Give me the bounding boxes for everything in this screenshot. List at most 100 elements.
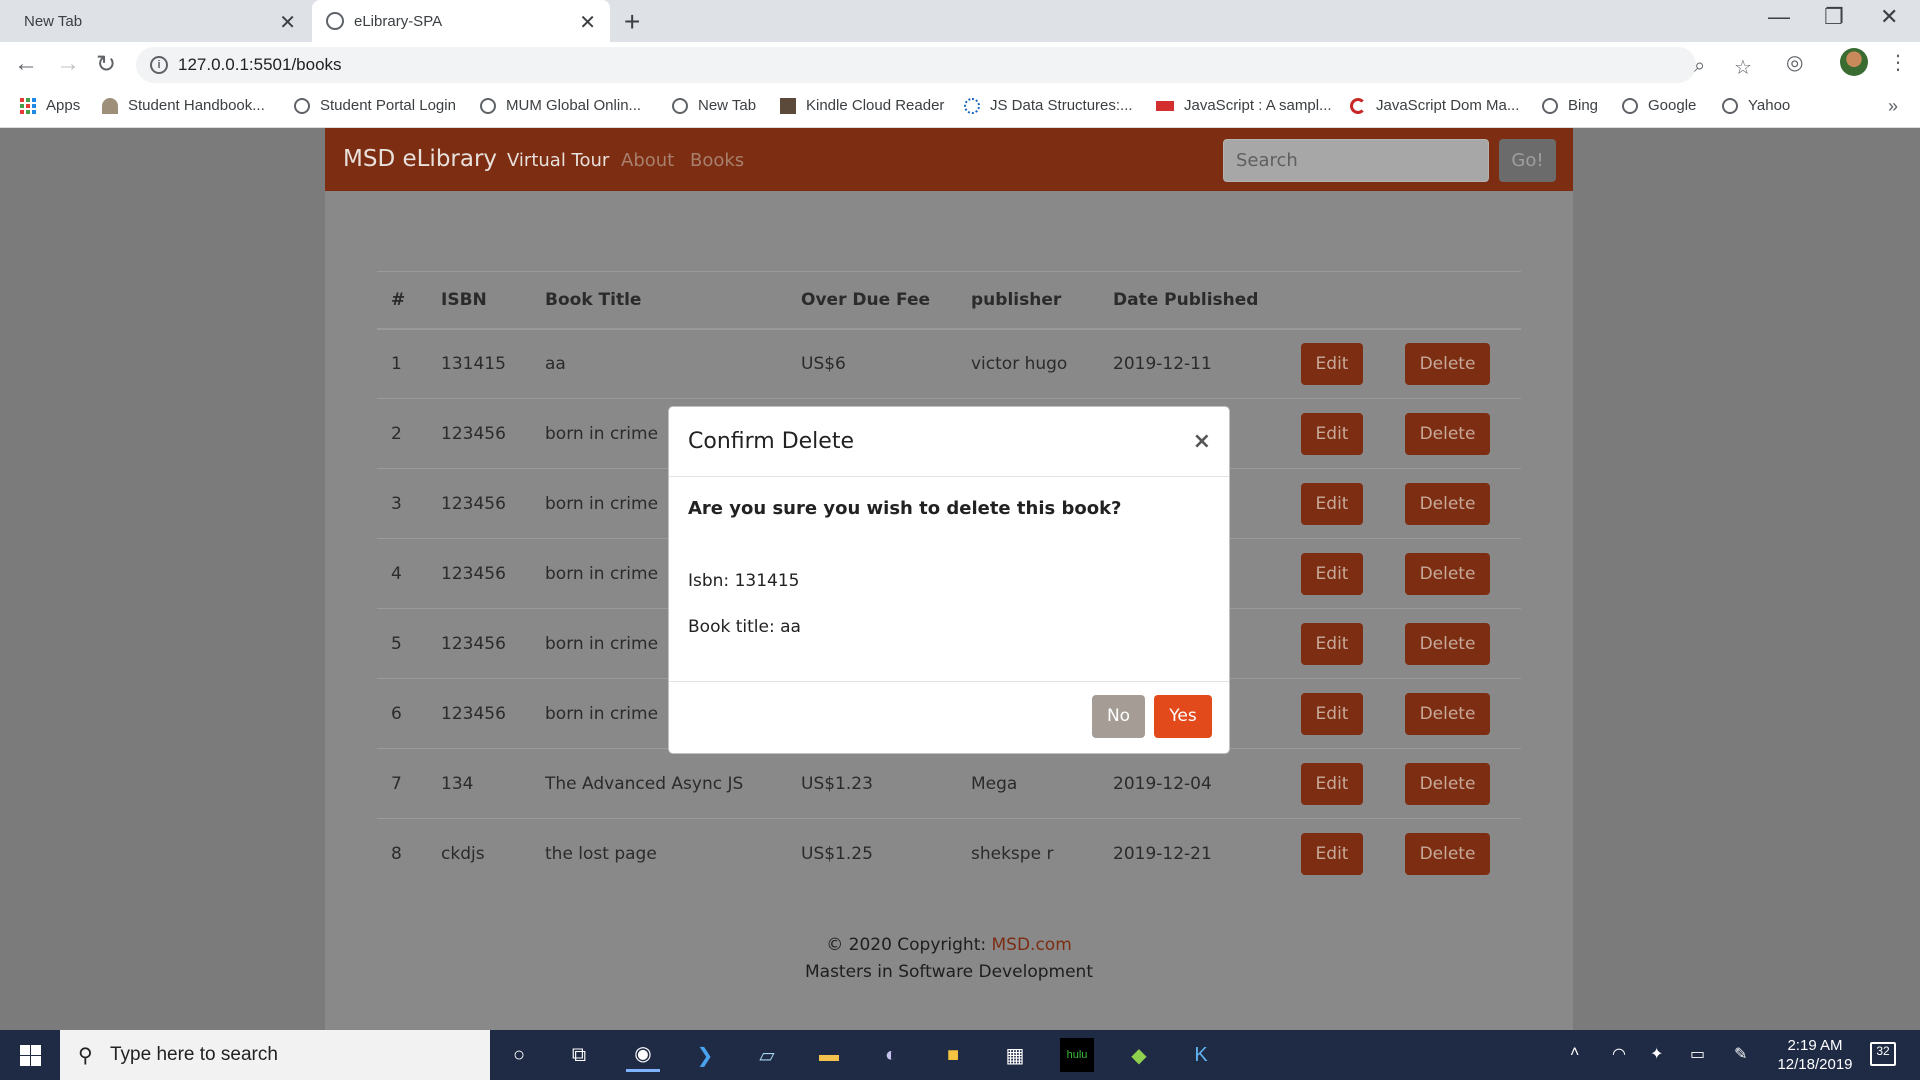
bookmark-apps[interactable]: Apps	[20, 97, 80, 114]
kindle-app-icon[interactable]: K	[1184, 1038, 1218, 1072]
address-bar[interactable]: i 127.0.0.1:5501/books ⌕ ☆	[136, 47, 1752, 83]
go-button[interactable]: Go!	[1499, 139, 1556, 182]
tab-elibrary[interactable]: eLibrary-SPA ✕	[312, 0, 610, 42]
edit-button[interactable]: Edit	[1301, 692, 1363, 735]
edit-button[interactable]: Edit	[1301, 762, 1363, 805]
bookmark-kindle[interactable]: Kindle Cloud Reader	[780, 97, 944, 114]
store-icon[interactable]: ▦	[998, 1038, 1032, 1072]
edit-button[interactable]: Edit	[1301, 342, 1363, 385]
bookmark-student-handbook[interactable]: Student Handbook...	[102, 97, 265, 114]
bookmark-bing[interactable]: Bing	[1542, 97, 1598, 114]
chevron-up-icon[interactable]: ˄	[1570, 1044, 1579, 1062]
copyright-line: © 2020 Copyright: MSD.com	[325, 932, 1573, 959]
bookmark-javascript-sample[interactable]: JavaScript : A sampl...	[1156, 97, 1332, 114]
close-icon[interactable]: ×	[1193, 429, 1211, 454]
delete-button[interactable]: Delete	[1405, 762, 1490, 805]
close-icon[interactable]: ✕	[279, 10, 296, 35]
vscode-icon[interactable]: ❯	[688, 1038, 722, 1072]
close-icon[interactable]: ✕	[579, 10, 596, 35]
edit-button[interactable]: Edit	[1301, 482, 1363, 525]
bookmark-label: MUM Global Onlin...	[506, 97, 642, 114]
brand-link[interactable]: MSD eLibrary	[343, 146, 497, 172]
bookmark-new-tab[interactable]: New Tab	[672, 97, 756, 114]
table-cell-edit: Edit	[1287, 398, 1391, 469]
delete-button[interactable]: Delete	[1405, 552, 1490, 595]
taskbar-search-placeholder: Type here to search	[110, 1044, 278, 1065]
dropbox-icon[interactable]: ✦	[1650, 1044, 1663, 1064]
wifi-icon[interactable]: ◠	[1612, 1044, 1626, 1064]
close-window-icon[interactable]: ✕	[1880, 4, 1898, 30]
gitkraken-icon[interactable]: ◆	[1122, 1038, 1156, 1072]
nav-about[interactable]: About	[621, 150, 674, 171]
copyright-link[interactable]: MSD.com	[992, 935, 1072, 955]
footer-tagline: Masters in Software Development	[804, 962, 1093, 982]
zoom-icon[interactable]: ⌕	[1694, 55, 1705, 78]
no-button[interactable]: No	[1092, 695, 1145, 738]
delete-button[interactable]: Delete	[1405, 692, 1490, 735]
reload-icon[interactable]: ↻	[96, 50, 116, 79]
eclipse-icon[interactable]: ◐	[874, 1038, 908, 1072]
minimize-icon[interactable]: —	[1768, 4, 1790, 30]
delete-button[interactable]: Delete	[1405, 482, 1490, 525]
system-clock[interactable]: 2:19 AM 12/18/2019	[1770, 1036, 1860, 1074]
table-cell-title: aa	[531, 328, 787, 399]
bookmark-yahoo[interactable]: Yahoo	[1722, 97, 1790, 114]
bookmark-student-portal[interactable]: Student Portal Login	[294, 97, 456, 114]
back-icon[interactable]: ←	[14, 50, 38, 78]
notification-icon[interactable]: 32	[1870, 1042, 1896, 1066]
confirm-delete-modal: Confirm Delete × Are you sure you wish t…	[668, 406, 1230, 754]
bookmarks-bar: Apps Student Handbook... Student Portal …	[0, 88, 1920, 128]
delete-button[interactable]: Delete	[1405, 342, 1490, 385]
intellij-icon[interactable]: ■	[936, 1038, 970, 1072]
avatar[interactable]	[1840, 48, 1868, 76]
extension-icon[interactable]: ◎	[1786, 50, 1803, 75]
edit-button[interactable]: Edit	[1301, 552, 1363, 595]
task-view-icon[interactable]: ⧉	[562, 1038, 596, 1072]
notepad-icon[interactable]: ▱	[750, 1038, 784, 1072]
table-cell-edit: Edit	[1287, 608, 1391, 679]
taskbar-search[interactable]: ⚲ Type here to search	[60, 1030, 490, 1080]
restore-icon[interactable]: ❐	[1824, 4, 1844, 30]
table-cell-delete: Delete	[1391, 398, 1521, 469]
star-icon[interactable]: ☆	[1734, 55, 1752, 80]
tab-title: eLibrary-SPA	[354, 12, 443, 30]
bookmark-javascript-dom[interactable]: JavaScript Dom Ma...	[1350, 97, 1519, 114]
edit-button[interactable]: Edit	[1301, 622, 1363, 665]
battery-icon[interactable]: ▭	[1690, 1044, 1705, 1064]
table-cell-delete: Delete	[1391, 328, 1521, 399]
table-cell-delete: Delete	[1391, 748, 1521, 819]
hulu-icon[interactable]: hulu	[1060, 1038, 1094, 1072]
table-cell-isbn: 123456	[427, 678, 531, 749]
table-row: 7 134 The Advanced Async JS US$1.23 Mega 2019…	[377, 748, 1521, 819]
globe-icon	[1542, 97, 1558, 114]
delete-button[interactable]: Delete	[1405, 622, 1490, 665]
delete-button[interactable]: Delete	[1405, 412, 1490, 455]
windows-start-icon[interactable]	[20, 1045, 41, 1066]
table-header-row: # ISBN Book Title Over Due Fee publisher…	[377, 271, 1521, 330]
bookmark-js-data-structures[interactable]: JS Data Structures:...	[964, 97, 1133, 114]
table-cell-num: 7	[377, 748, 427, 819]
file-explorer-icon[interactable]: ▬	[812, 1038, 846, 1072]
info-icon[interactable]: i	[150, 56, 168, 74]
chrome-icon[interactable]: ◉	[626, 1038, 660, 1072]
nav-virtual-tour[interactable]: Virtual Tour	[507, 150, 609, 171]
menu-icon[interactable]: ⋮	[1888, 50, 1908, 75]
tab-new-tab[interactable]: New Tab ✕	[0, 0, 310, 42]
table-cell-edit: Edit	[1287, 748, 1391, 819]
delete-button[interactable]: Delete	[1405, 832, 1490, 875]
yes-button[interactable]: Yes	[1154, 695, 1212, 738]
column-header: Date Published	[1099, 271, 1287, 330]
kindle-icon	[780, 97, 796, 114]
bookmark-mum-global[interactable]: MUM Global Onlin...	[480, 97, 641, 114]
more-bookmarks-icon[interactable]: »	[1888, 96, 1898, 117]
nav-books[interactable]: Books	[690, 150, 744, 171]
search-input[interactable]	[1223, 139, 1489, 182]
forward-icon[interactable]: →	[56, 50, 80, 78]
bookmark-google[interactable]: Google	[1622, 97, 1696, 114]
cortana-icon[interactable]: ○	[502, 1038, 536, 1072]
url-text[interactable]: 127.0.0.1:5501/books	[178, 55, 342, 75]
new-tab-button[interactable]: +	[624, 6, 640, 38]
pen-icon[interactable]: ✎	[1734, 1044, 1747, 1064]
edit-button[interactable]: Edit	[1301, 832, 1363, 875]
edit-button[interactable]: Edit	[1301, 412, 1363, 455]
